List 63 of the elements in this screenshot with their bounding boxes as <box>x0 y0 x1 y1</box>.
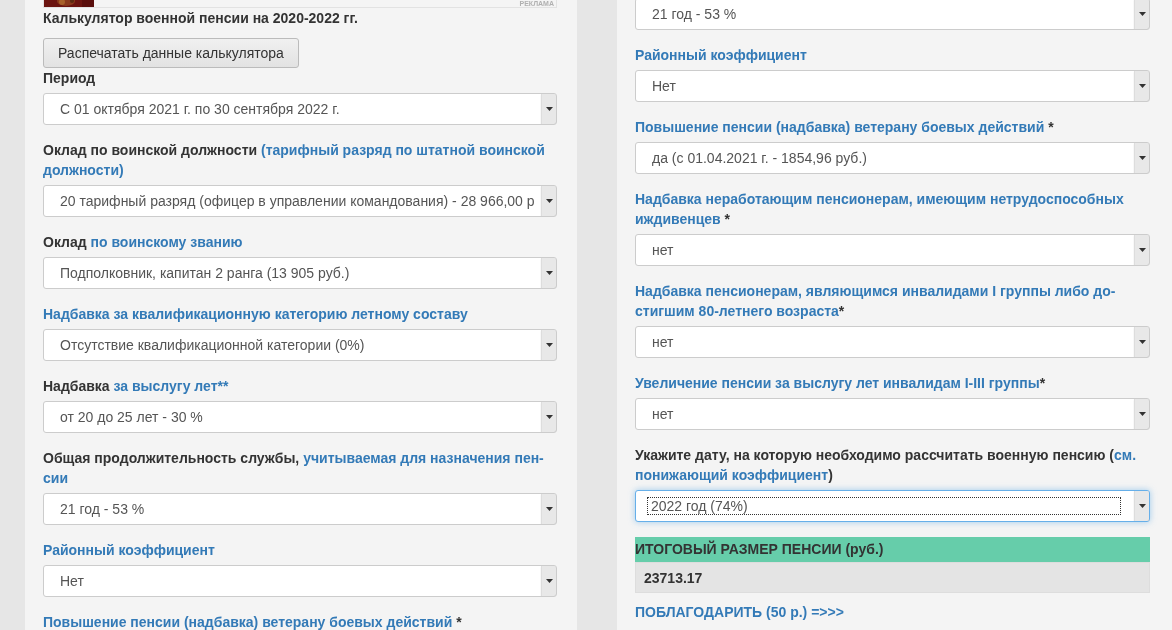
caret-icon <box>545 507 553 511</box>
required-mark: * <box>838 303 845 319</box>
label-link[interactable]: по воинскому званию <box>90 234 243 250</box>
caret-icon <box>1138 84 1146 88</box>
label-link[interactable]: см. <box>1114 447 1137 463</box>
dropdown[interactable]: да (с 01.04.2021 г. - 1854,96 руб.) <box>635 142 1150 174</box>
label-link[interactable]: Районный коэффициент <box>635 47 807 63</box>
label-link[interactable]: сии <box>43 470 68 486</box>
label-link[interactable]: иждивенцев <box>635 211 721 227</box>
label-link[interactable]: Повышение пенсии (надбавка) ветерану боевых действий <box>43 614 453 630</box>
dropdown[interactable]: 21 год - 53 % <box>635 0 1150 30</box>
label-link[interactable]: Надбавка за квалификационную категорию летному составу <box>43 306 468 322</box>
dropdown[interactable]: Отсутствие квалификационной категории (0%) <box>43 329 557 361</box>
caret-icon <box>1138 156 1146 160</box>
result-header: ИТОГОВЫЙ РАЗМЕР ПЕНСИИ (руб.) <box>635 537 1150 562</box>
label-link[interactable]: должности) <box>43 162 124 178</box>
dropdown[interactable]: нет <box>635 398 1150 430</box>
field-label: Оклад <box>43 234 87 250</box>
field-label: * <box>724 211 731 227</box>
dropdown[interactable]: 21 год - 53 % <box>43 493 557 525</box>
field-label: * <box>1048 119 1054 135</box>
dropdown[interactable]: 20 тарифный разряд (офицер в управлении командования) - 28 966,00 р <box>43 185 557 217</box>
field-label: Укажите дату, на которую необходимо рассчитать военную пенсию ( <box>635 447 1114 463</box>
field-label: Оклад по воинской должности <box>43 142 258 158</box>
caret-icon <box>545 199 553 203</box>
field-label: ) <box>828 467 833 483</box>
thanks-link[interactable]: ПОБЛАГОДАРИТЬ (50 р.) =>>> <box>635 602 844 622</box>
caret-icon <box>1138 12 1146 16</box>
label-link[interactable]: учитываемая для назначения пен- <box>303 450 544 466</box>
label-link[interactable]: за выслугу лет** <box>113 378 229 394</box>
caret-icon <box>1138 248 1146 252</box>
label-link[interactable]: понижающий коэффициент <box>635 467 829 483</box>
label-link[interactable]: Повышение пенсии (надбавка) ветерану боевых действий <box>635 119 1045 135</box>
dropdown[interactable]: Нет <box>635 70 1150 102</box>
caret-icon <box>1138 412 1146 416</box>
dropdown[interactable]: С 01 октября 2021 г. по 30 сентября 2022 г. <box>43 93 557 125</box>
caret-icon <box>545 271 553 275</box>
label-link[interactable]: Увеличение пенсии за выслугу лет инвалидам I-III группы <box>635 375 1040 391</box>
dropdown[interactable]: от 20 до 25 лет - 30 % <box>43 401 557 433</box>
caret-icon <box>1138 504 1146 508</box>
field-label: Период <box>43 70 96 86</box>
caret-icon <box>1138 340 1146 344</box>
label-link[interactable]: Районный коэффициент <box>43 542 215 558</box>
field-label: Общая продолжительность службы, <box>43 450 300 466</box>
field-label: * <box>456 614 462 630</box>
caret-icon <box>545 343 553 347</box>
result-value: 23713.17 <box>635 562 1150 593</box>
caret-icon <box>545 107 553 111</box>
required-mark: * <box>1039 375 1046 391</box>
field-label: Надбавка <box>43 378 110 394</box>
dropdown[interactable]: Нет <box>43 565 557 597</box>
caret-icon <box>545 415 553 419</box>
dropdown[interactable]: нет <box>635 234 1150 266</box>
print-button[interactable]: Распечатать данные калькулятора <box>43 38 299 68</box>
label-link[interactable]: Надбавка пенсионерам, являющимся инвалидами I группы либо до- <box>635 283 1116 299</box>
label-link[interactable]: (тарифный разряд по штатной воинской <box>261 142 545 158</box>
dropdown[interactable]: Подполковник, капитан 2 ранга (13 905 руб.) <box>43 257 557 289</box>
dropdown[interactable]: 2022 год (74%) <box>635 490 1150 522</box>
label-link[interactable]: Надбавка неработающим пенсионерам, имеющим нетрудоспособных <box>635 191 1124 207</box>
caret-icon <box>545 579 553 583</box>
calculator-title: Калькулятор военной пенсии на 2020-2022 гг. <box>43 9 359 28</box>
dropdown[interactable]: нет <box>635 326 1150 358</box>
label-link[interactable]: стигшим 80-летнего возраста <box>635 303 839 319</box>
